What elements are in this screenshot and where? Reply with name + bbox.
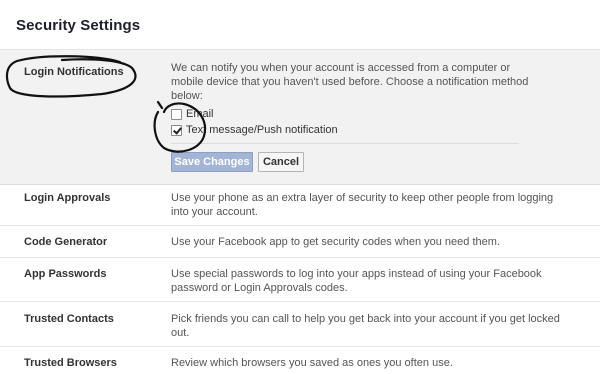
login-approvals-label[interactable]: Login Approvals [24,192,110,204]
app-passwords-description: Use special passwords to log into your a… [171,268,542,294]
page-title: Security Settings [16,17,141,34]
email-checkbox[interactable] [171,108,182,120]
login-approvals-description: Use your phone as an extra layer of secu… [171,192,554,218]
trusted-contacts-label[interactable]: Trusted Contacts [24,313,114,325]
trusted-browsers-label[interactable]: Trusted Browsers [24,357,117,369]
login-notifications-label[interactable]: Login Notifications [24,66,124,78]
text-push-option-label: Text message/Push notification [186,124,338,136]
trusted-contacts-description: Pick friends you can call to help you ge… [171,313,560,339]
cancel-button[interactable]: Cancel [258,152,304,172]
save-changes-button[interactable]: Save Changes [171,152,253,172]
trusted-browsers-description: Review which browsers you saved as ones … [171,357,453,369]
text-push-option[interactable]: Text message/Push notification [171,123,338,137]
code-generator-label[interactable]: Code Generator [24,236,107,248]
row-divider [0,346,600,347]
login-notifications-description: We can notify you when your account is a… [171,62,529,102]
panel-divider [171,143,519,144]
app-passwords-label[interactable]: App Passwords [24,268,107,280]
email-option[interactable]: Email [171,107,214,121]
row-divider [0,301,600,302]
text-push-checkbox[interactable] [171,124,182,136]
row-divider [0,225,600,226]
row-divider [0,257,600,258]
code-generator-description: Use your Facebook app to get security co… [171,236,500,248]
email-option-label: Email [186,108,214,120]
